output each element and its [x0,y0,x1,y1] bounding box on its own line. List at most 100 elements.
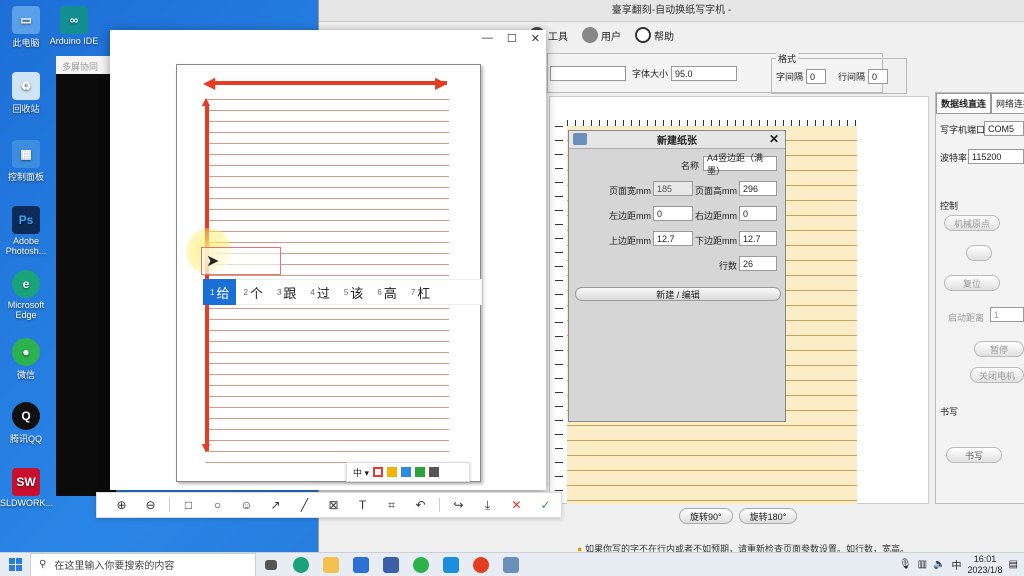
mic-icon[interactable]: 🎙 [899,559,912,570]
desktop-icon-label: 此电脑 [12,38,40,48]
ime-candidate[interactable]: 7杠 [404,279,437,305]
new-edit-button[interactable]: 新建 / 编辑 [575,287,781,301]
ime-candidate[interactable]: 2个 [236,279,269,305]
ime-candidate[interactable]: 4过 [303,279,336,305]
task-view-icon[interactable] [256,553,286,576]
reset-button[interactable]: 复位 [944,275,1000,291]
desktop-icon-edge[interactable]: e Microsoft Edge [0,270,52,320]
ellipse-icon[interactable]: ○ [203,492,232,518]
mosaic-icon[interactable]: ⊠ [319,492,348,518]
undo-icon[interactable]: ↶ [406,492,435,518]
zoom-out-icon[interactable]: ⊖ [136,492,165,518]
page-width-input[interactable]: 185 [653,181,693,196]
font-select[interactable] [550,66,626,81]
cancel-icon[interactable]: ✕ [502,492,531,518]
edge-taskbar-icon[interactable] [286,553,316,576]
user-menu[interactable]: 用户 [582,27,621,43]
page-height-input[interactable]: 296 [739,181,777,196]
desktop-icon-qq[interactable]: Q 腾讯QQ [0,402,52,445]
ime-candidate[interactable]: 1给 [203,279,237,305]
download-icon[interactable]: ⤓ [473,492,502,518]
rectangle-icon[interactable]: □ [174,492,203,518]
motor-off-button[interactable]: 关闭电机 [970,367,1024,383]
annotation-arrow-top [211,81,447,85]
emoji-icon[interactable]: ☺ [232,492,261,518]
color-swatch-yellow[interactable] [387,467,398,477]
system-tray: 🎙 ▥ 🔈 中 16:01 2023/1/8 ▤ [899,554,1024,576]
arrow-icon[interactable]: ↗ [261,492,290,518]
tab-network[interactable]: 网络连接 [991,93,1024,114]
name-input[interactable]: A4竖边距（满墨） [703,153,777,176]
start-distance-input[interactable]: 1 [990,307,1024,322]
clock[interactable]: 16:01 2023/1/8 [968,554,1003,576]
desktop-icon-this-pc[interactable]: ▭ 此电脑 [0,6,52,49]
dialog-title: 新建纸张 [657,136,697,147]
line-spacing-input[interactable]: 0 [868,69,889,84]
notification-icon[interactable]: ▤ [1009,559,1018,570]
desktop-icon-recycle-bin[interactable]: ♻ 回收站 [0,72,52,115]
share-icon[interactable]: ↪ [444,492,473,518]
pause-button[interactable]: 暂停 [974,341,1024,357]
write-button[interactable]: 书写 [946,447,1002,463]
left-margin-input[interactable]: 0 [653,206,693,221]
volume-icon[interactable]: 🔈 [933,559,945,570]
rows-input[interactable]: 26 [739,256,777,271]
stroke-size-select[interactable]: 中 ▾ [353,466,369,479]
mouse-pointer-icon: ➤ [206,253,220,270]
font-size-select[interactable]: 95.0 [671,66,738,81]
desktop-icon-solidworks[interactable]: SW SLDWORK... [0,468,53,508]
bottom-margin-input[interactable]: 12.7 [739,231,777,246]
right-margin-input[interactable]: 0 [739,206,777,221]
color-swatch-red[interactable] [373,467,384,477]
ime-indicator[interactable]: 中 [952,557,962,572]
up-button[interactable] [966,245,992,261]
baud-select[interactable]: 115200 [968,149,1024,164]
folder-taskbar-icon[interactable] [316,553,346,576]
port-select[interactable]: COM5 [984,121,1024,136]
line-icon[interactable]: ╱ [290,492,319,518]
dropbox-taskbar-icon[interactable] [346,553,376,576]
desktop-icon-photoshop[interactable]: Ps Adobe Photosh... [0,206,52,256]
writer-taskbar-icon[interactable] [496,553,526,576]
desktop-icon-label: Arduino IDE [49,36,99,46]
help-menu[interactable]: 帮助 [635,27,674,43]
network-icon[interactable]: ▥ [918,559,927,570]
minimize-icon[interactable]: — [482,32,493,45]
baud-label: 波特率 [940,153,968,163]
arrow-up-head-icon: ▲ [199,93,213,109]
desktop-icon-label: 微信 [16,370,35,380]
close-icon[interactable]: ✕ [531,32,540,45]
arrow-down-head-icon: ▼ [199,439,213,455]
arrow-left-head-icon: ◀ [203,75,216,92]
mechanical-origin-button[interactable]: 机械原点 [944,215,1000,231]
tab-serial[interactable]: 数据线直连 [936,93,992,114]
record-taskbar-icon[interactable] [466,553,496,576]
desktop-icon-control-panel[interactable]: ▦ 控制面板 [0,140,52,183]
text-icon[interactable]: T [348,492,377,518]
app-taskbar-icon[interactable] [376,553,406,576]
rotate-90-button[interactable]: 旋转90° [679,508,733,524]
font-size-field: 字体大小 95.0 [632,66,738,81]
color-swatch-green[interactable] [415,467,426,477]
taskbar-search[interactable]: ⚲ 在这里输入你要搜索的内容 [30,552,256,576]
ime-candidate[interactable]: 5该 [337,279,370,305]
desktop-icon-label: 控制面板 [7,172,44,182]
start-button[interactable] [0,553,30,576]
maximize-icon[interactable]: ☐ [507,32,517,45]
zoom-in-icon[interactable]: ⊕ [107,492,136,518]
crop-icon[interactable]: ⌗ [377,492,406,518]
wechat-taskbar-icon[interactable] [406,553,436,576]
ime-candidate[interactable]: 6高 [370,279,403,305]
screenshot-taskbar-icon[interactable] [436,553,466,576]
device-panel: 数据线直连 网络连接 写字机端口 COM5 波特率 115200 控制 机械原点… [935,92,1024,504]
color-swatch-gray[interactable] [429,467,440,477]
color-swatch-blue[interactable] [401,467,412,477]
confirm-icon[interactable]: ✓ [531,492,560,518]
desktop-icon-arduino[interactable]: ∞ Arduino IDE [48,6,100,46]
char-spacing-input[interactable]: 0 [806,69,827,84]
close-icon[interactable]: ✕ [769,132,779,146]
top-margin-input[interactable]: 12.7 [653,231,693,246]
ime-candidate[interactable]: 3跟 [270,279,303,305]
rotate-180-button[interactable]: 旋转180° [738,508,798,524]
desktop-icon-wechat[interactable]: ● 微信 [0,338,52,381]
